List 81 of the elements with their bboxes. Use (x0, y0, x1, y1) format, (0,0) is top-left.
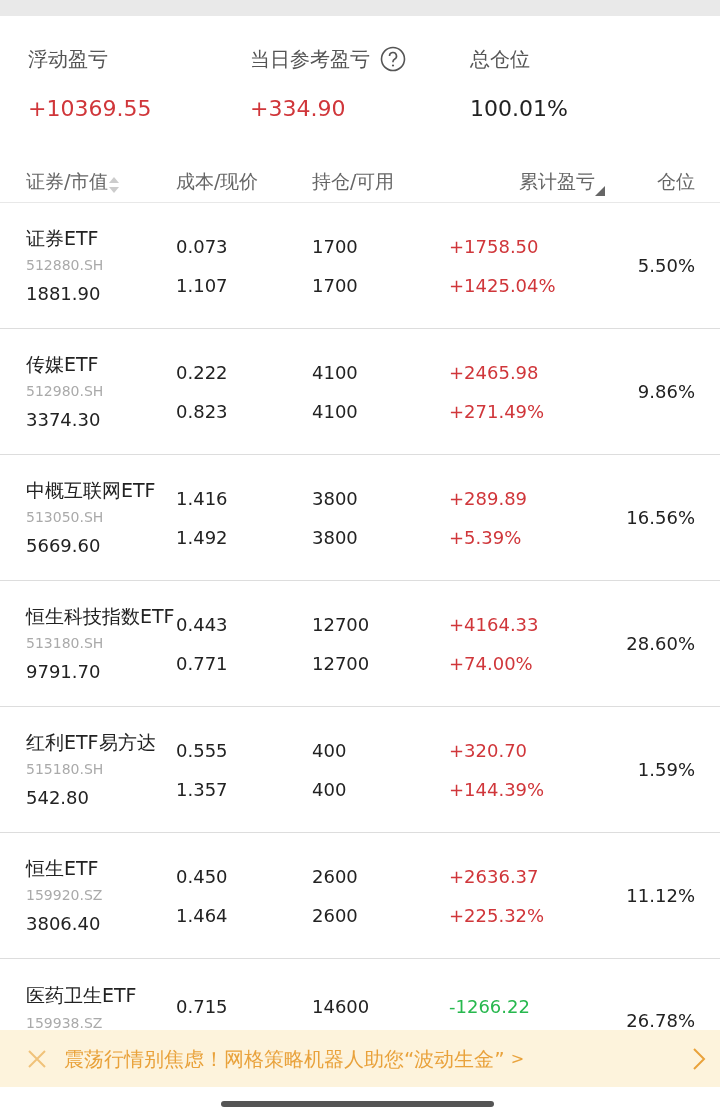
available-quantity: 1700 (312, 273, 359, 298)
holding-quantity: 4100 (312, 360, 359, 385)
cost-price: 0.450 (176, 864, 229, 889)
available-quantity: 4100 (312, 399, 359, 424)
profit-percent: +271.49% (449, 399, 546, 424)
holding-quantity: 14600 (312, 995, 371, 1019)
current-price: 1.107 (176, 273, 229, 298)
help-icon[interactable] (380, 46, 406, 72)
profit-amount: -1266.22 (449, 995, 531, 1019)
close-icon[interactable] (26, 1047, 48, 1070)
current-price: 1.464 (176, 903, 229, 928)
column-header[interactable]: 证券/市值 (26, 167, 109, 196)
security-name[interactable]: 恒生ETF (26, 853, 176, 883)
cost-price: 0.222 (176, 360, 229, 385)
security-name[interactable]: 证券ETF (26, 223, 176, 253)
current-price: 1.492 (176, 525, 229, 550)
summary-label: 当日参考盈亏 (250, 46, 370, 73)
available-quantity: 12700 (312, 651, 371, 676)
cost-price: 0.715 (176, 995, 229, 1019)
profit-amount: +2636.37 (449, 864, 540, 889)
summary-value: +334.90 (250, 95, 347, 123)
available-quantity: 2600 (312, 903, 359, 928)
summary-value: 100.01% (470, 95, 569, 123)
profit-amount: +2465.98 (449, 360, 540, 385)
current-price: 0.823 (176, 399, 229, 424)
position-percent: 26.78% (625, 1009, 695, 1033)
current-price: 1.357 (176, 777, 229, 802)
security-code: 512880.SH (26, 256, 105, 276)
cost-price: 0.443 (176, 612, 229, 637)
security-name[interactable]: 传媒ETF (26, 349, 176, 379)
position-percent: 28.60% (625, 632, 695, 656)
holding-quantity: 1700 (312, 234, 359, 259)
security-code: 513050.SH (26, 508, 105, 528)
security-code: 513180.SH (26, 634, 105, 654)
profit-percent: +1425.04% (449, 273, 557, 298)
column-header[interactable]: 仓位 (657, 167, 695, 196)
profit-percent: +144.39% (449, 777, 546, 802)
market-value: 1881.90 (26, 282, 102, 307)
position-percent: 11.12% (625, 884, 695, 908)
cost-price: 0.555 (176, 738, 229, 763)
position-percent: 16.56% (625, 506, 695, 530)
column-header[interactable]: 累计盈亏 (519, 167, 595, 196)
holding-quantity: 2600 (312, 864, 359, 889)
security-name[interactable]: 红利ETF易方达 (26, 727, 176, 757)
holding-quantity: 3800 (312, 486, 359, 511)
column-header[interactable]: 成本/现价 (176, 167, 259, 196)
summary-label: 浮动盈亏 (28, 46, 108, 73)
cost-price: 1.416 (176, 486, 229, 511)
security-code: 159920.SZ (26, 886, 104, 906)
sort-desc-icon[interactable] (595, 185, 605, 196)
security-code: 512980.SH (26, 382, 105, 402)
column-header[interactable]: 持仓/可用 (312, 167, 395, 196)
profit-amount: +1758.50 (449, 234, 540, 259)
position-percent: 1.59% (636, 758, 695, 782)
security-name[interactable]: 恒生科技指数ETF (26, 601, 176, 631)
profit-amount: +320.70 (449, 738, 529, 763)
summary-label: 总仓位 (470, 46, 530, 73)
position-percent: 5.50% (636, 254, 695, 278)
market-value: 542.80 (26, 786, 90, 811)
holding-quantity: 12700 (312, 612, 371, 637)
profit-amount: +4164.33 (449, 612, 540, 637)
profit-percent: +225.32% (449, 903, 546, 928)
security-code: 515180.SH (26, 760, 105, 780)
available-quantity: 400 (312, 777, 348, 802)
summary-value: +10369.55 (28, 95, 153, 123)
security-code: 159938.SZ (26, 1013, 104, 1033)
current-price: 0.771 (176, 651, 229, 676)
available-quantity: 3800 (312, 525, 359, 550)
profit-percent: +74.00% (449, 651, 534, 676)
chevron-right-icon[interactable] (692, 1046, 706, 1071)
market-value: 9791.70 (26, 660, 102, 685)
profit-percent: +5.39% (449, 525, 523, 550)
market-value: 3806.40 (26, 912, 102, 937)
position-percent: 9.86% (636, 380, 695, 404)
cost-price: 0.073 (176, 234, 229, 259)
profit-amount: +289.89 (449, 486, 529, 511)
security-name[interactable]: 医药卫生ETF (26, 981, 176, 1010)
market-value: 3374.30 (26, 408, 102, 433)
market-value: 5669.60 (26, 534, 102, 559)
holding-quantity: 400 (312, 738, 348, 763)
security-name[interactable]: 中概互联网ETF (26, 475, 176, 505)
